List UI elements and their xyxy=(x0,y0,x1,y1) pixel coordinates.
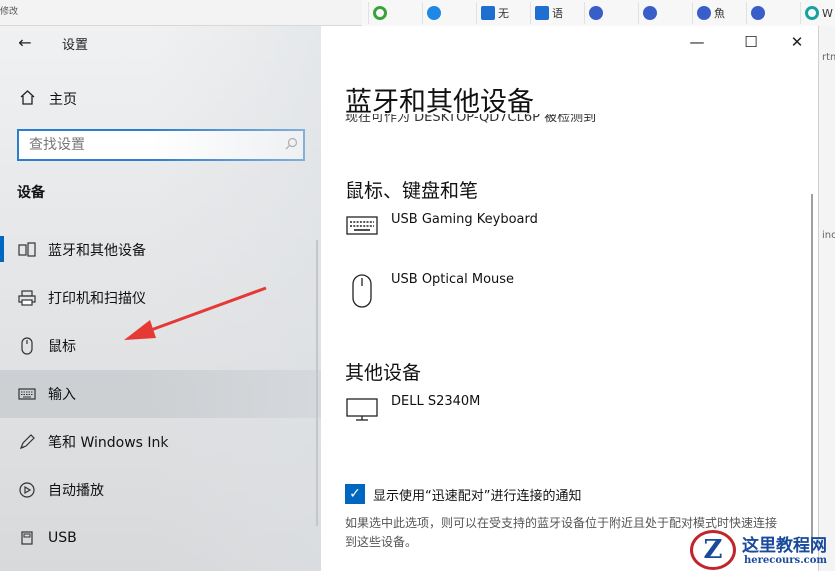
ie-icon xyxy=(373,6,387,20)
swift-pair-option[interactable]: ✓ 显示使用“迅速配对”进行连接的通知 xyxy=(345,484,581,504)
paw-icon xyxy=(751,6,765,20)
watermark-text: 这里教程网 xyxy=(742,536,827,556)
checkmark-icon: ✓ xyxy=(349,486,361,502)
nav-item-autoplay[interactable]: 自动播放 xyxy=(0,466,321,514)
taskbar-button[interactable]: 语 xyxy=(530,2,578,24)
telegram-icon xyxy=(427,6,441,20)
taskbar-button[interactable]: 无 xyxy=(476,2,524,24)
nav-item-label: 蓝牙和其他设备 xyxy=(48,243,146,259)
keyboard-icon xyxy=(345,212,379,236)
close-icon: ✕ xyxy=(790,33,804,51)
nav-item-bluetooth[interactable]: 蓝牙和其他设备 xyxy=(0,226,321,274)
device-name: USB Gaming Keyboard xyxy=(391,212,538,227)
background-fragment: rtm xyxy=(822,52,835,63)
swift-pair-checkbox[interactable]: ✓ xyxy=(345,484,365,504)
window-title: 设置 xyxy=(62,38,89,53)
taskbar-button[interactable] xyxy=(422,2,470,24)
paw-icon xyxy=(589,6,603,20)
autoplay-icon xyxy=(16,481,38,499)
taskbar-button[interactable] xyxy=(746,2,794,24)
swift-pair-label: 显示使用“迅速配对”进行连接的通知 xyxy=(373,488,582,504)
taskbar-button[interactable] xyxy=(638,2,686,24)
watermark-url: herecours.com xyxy=(744,555,828,566)
background-window-edge: rtm ino xyxy=(818,26,835,571)
taskbar-button[interactable] xyxy=(368,2,416,24)
search-icon xyxy=(279,137,303,154)
nav-item-typing[interactable]: 输入 xyxy=(0,370,321,418)
home-label: 主页 xyxy=(49,92,77,108)
minimize-icon: — xyxy=(689,33,705,51)
maximize-button[interactable]: ☐ xyxy=(731,30,771,54)
minimize-button[interactable]: — xyxy=(677,30,717,54)
nav-item-label: 自动播放 xyxy=(48,483,104,499)
annotation-arrow xyxy=(124,286,267,340)
nav-item-pen[interactable]: 笔和 Windows Ink xyxy=(0,418,321,466)
paw-icon xyxy=(643,6,657,20)
pen-icon xyxy=(16,433,38,451)
other-devices-heading: 其他设备 xyxy=(345,362,422,384)
back-button[interactable]: ← xyxy=(14,32,36,54)
taskbar-label: 语 xyxy=(552,7,563,20)
mouse-icon xyxy=(345,272,379,308)
printer-icon xyxy=(16,289,38,307)
nav-item-label: USB xyxy=(48,530,77,546)
maximize-icon: ☐ xyxy=(744,33,758,51)
close-button[interactable]: ✕ xyxy=(777,30,817,54)
discoverable-text: 现在可作为 DESKTOP-QD7CL6P 被检测到 xyxy=(345,114,597,125)
content-pane: — ☐ ✕ 蓝牙和其他设备 现在可作为 DESKTOP-QD7CL6P 被检测到… xyxy=(321,26,818,571)
watermark-letter: Z xyxy=(690,530,736,570)
usb-icon xyxy=(16,529,38,547)
bluetooth-icon xyxy=(16,241,38,259)
device-name: DELL S2340M xyxy=(391,394,481,409)
taskbar-button[interactable]: W xyxy=(800,2,835,24)
windows-icon xyxy=(481,6,495,20)
background-taskbar: 无 语 魚 W xyxy=(362,0,835,26)
taskbar-label: 魚 xyxy=(714,7,725,20)
background-fragment: ino xyxy=(822,230,835,241)
search-icon xyxy=(805,6,819,20)
nav-item-usb[interactable]: USB xyxy=(0,514,321,562)
selected-indicator xyxy=(0,236,4,262)
device-item[interactable]: USB Optical Mouse xyxy=(345,272,514,308)
taskbar-label: 无 xyxy=(498,7,509,20)
nav-item-label: 鼠标 xyxy=(48,339,76,355)
nav-list: 蓝牙和其他设备 打印机和扫描仪 鼠标 输入 笔和 Windows Ink 自动播… xyxy=(0,226,321,562)
windows-icon xyxy=(535,6,549,20)
taskbar-button[interactable] xyxy=(584,2,632,24)
home-icon xyxy=(17,89,37,110)
home-link[interactable]: 主页 xyxy=(0,82,321,116)
watermark-logo: Z 这里教程网 herecours.com xyxy=(690,530,835,571)
nav-item-label: 输入 xyxy=(48,387,76,403)
search-box[interactable] xyxy=(17,129,305,161)
background-crumb: 修改 xyxy=(0,7,19,17)
nav-item-label: 笔和 Windows Ink xyxy=(48,435,169,451)
input-devices-heading: 鼠标、键盘和笔 xyxy=(345,180,479,202)
taskbar-label: W xyxy=(822,6,833,20)
search-input[interactable] xyxy=(19,131,279,159)
section-heading: 设备 xyxy=(17,185,45,201)
taskbar-button[interactable]: 魚 xyxy=(692,2,740,24)
paw-icon xyxy=(697,6,711,20)
device-name: USB Optical Mouse xyxy=(391,272,515,287)
device-item[interactable]: USB Gaming Keyboard xyxy=(345,212,538,236)
back-arrow-icon: ← xyxy=(18,33,32,52)
keyboard-icon xyxy=(16,387,38,401)
content-scrollbar[interactable] xyxy=(811,194,813,554)
monitor-icon xyxy=(345,394,379,422)
device-item[interactable]: DELL S2340M xyxy=(345,394,480,422)
mouse-icon xyxy=(16,337,38,355)
nav-scrollbar[interactable] xyxy=(316,240,318,526)
